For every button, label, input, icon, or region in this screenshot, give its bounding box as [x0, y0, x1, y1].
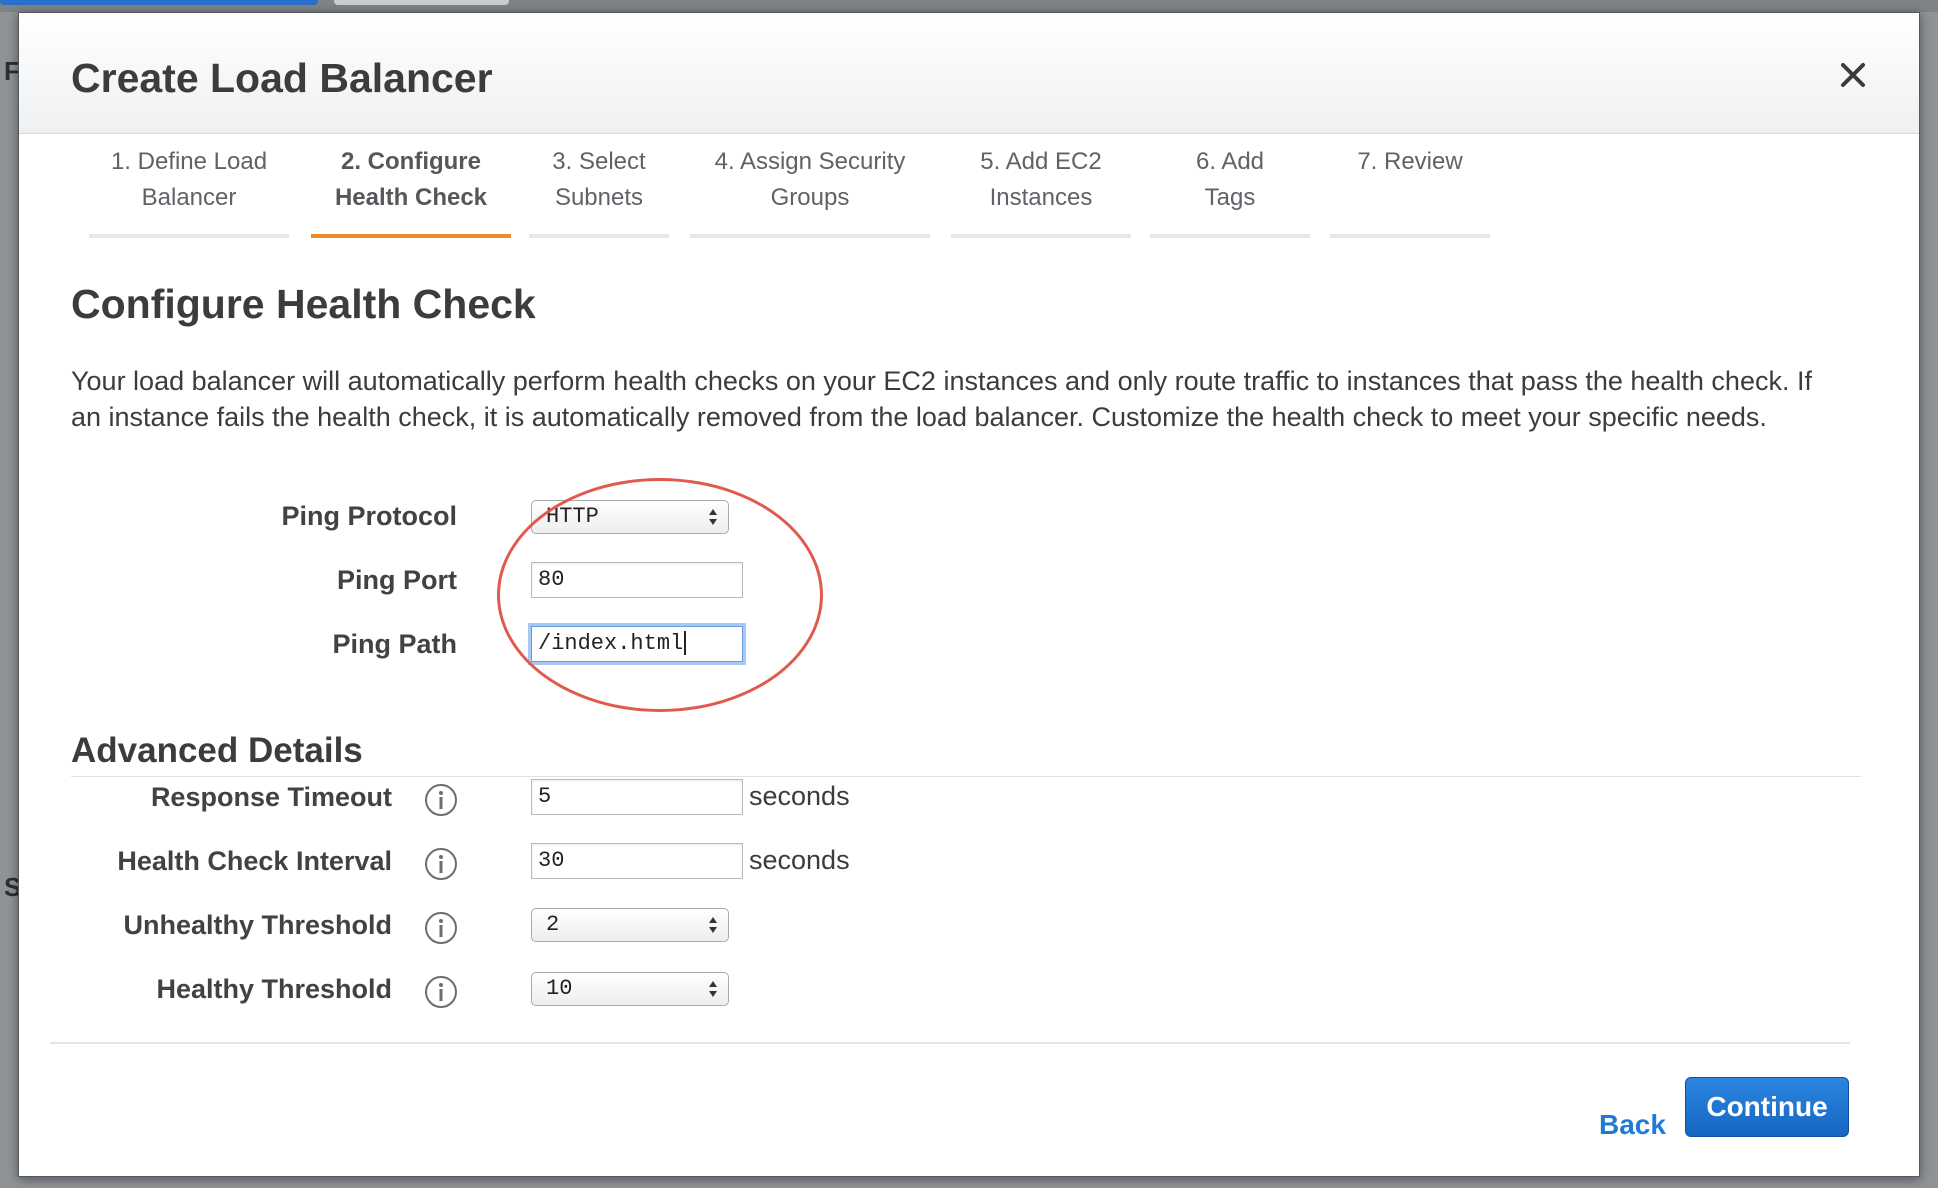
background-tab	[334, 0, 509, 5]
select-arrows-icon	[709, 981, 717, 997]
ping-protocol-value: HTTP	[546, 504, 599, 529]
healthy-threshold-select[interactable]: 10	[531, 972, 729, 1006]
healthy-threshold-label: Healthy Threshold	[156, 974, 392, 1004]
ping-path-label: Ping Path	[332, 629, 457, 659]
back-button[interactable]: Back	[1599, 1109, 1666, 1141]
create-load-balancer-dialog: Create Load Balancer 1. Define Load Bala…	[18, 12, 1920, 1177]
close-icon	[1841, 63, 1865, 87]
info-icon[interactable]	[424, 783, 458, 817]
info-icon[interactable]	[424, 847, 458, 881]
section-title: Configure Health Check	[71, 281, 536, 327]
unhealthy-threshold-select[interactable]: 2	[531, 908, 729, 942]
advanced-details-title: Advanced Details	[71, 731, 363, 770]
wizard-step-configure-health-check[interactable]: 2. Configure Health Check	[311, 144, 511, 238]
divider	[71, 776, 1861, 777]
ping-protocol-select[interactable]: HTTP	[531, 500, 729, 534]
background-tab-active	[0, 0, 318, 5]
section-description: Your load balancer will automatically pe…	[71, 366, 1812, 432]
ping-path-input[interactable]: /index.html	[531, 626, 743, 662]
wizard-step-assign-security-groups[interactable]: 4. Assign Security Groups	[690, 144, 930, 238]
info-icon[interactable]	[424, 975, 458, 1009]
response-timeout-unit: seconds	[749, 781, 850, 811]
wizard-step-add-ec2-instances[interactable]: 5. Add EC2 Instances	[951, 144, 1131, 238]
close-button[interactable]	[1831, 53, 1875, 97]
health-check-interval-label: Health Check Interval	[117, 846, 392, 876]
health-check-interval-input[interactable]: 30	[531, 843, 743, 879]
dialog-title: Create Load Balancer	[71, 55, 493, 101]
ping-protocol-label: Ping Protocol	[281, 501, 458, 531]
footer-divider	[50, 1042, 1850, 1044]
ping-port-label: Ping Port	[337, 565, 457, 595]
continue-button[interactable]: Continue	[1685, 1077, 1849, 1137]
unhealthy-threshold-label: Unhealthy Threshold	[123, 910, 392, 940]
health-check-interval-unit: seconds	[749, 845, 850, 875]
wizard-step-select-subnets[interactable]: 3. Select Subnets	[529, 144, 669, 238]
wizard-step-define-load-balancer[interactable]: 1. Define Load Balancer	[89, 144, 289, 238]
select-arrows-icon	[709, 509, 717, 525]
text-caret	[684, 631, 687, 656]
select-arrows-icon	[709, 917, 717, 933]
response-timeout-input[interactable]: 5	[531, 779, 743, 815]
wizard-step-add-tags[interactable]: 6. Add Tags	[1150, 144, 1310, 238]
info-icon[interactable]	[424, 911, 458, 945]
response-timeout-label: Response Timeout	[150, 782, 392, 812]
ping-port-input[interactable]: 80	[531, 562, 743, 598]
healthy-threshold-value: 10	[546, 976, 573, 1001]
dialog-header: Create Load Balancer	[19, 13, 1919, 134]
unhealthy-threshold-value: 2	[546, 912, 560, 937]
wizard-step-review[interactable]: 7. Review	[1330, 144, 1490, 238]
